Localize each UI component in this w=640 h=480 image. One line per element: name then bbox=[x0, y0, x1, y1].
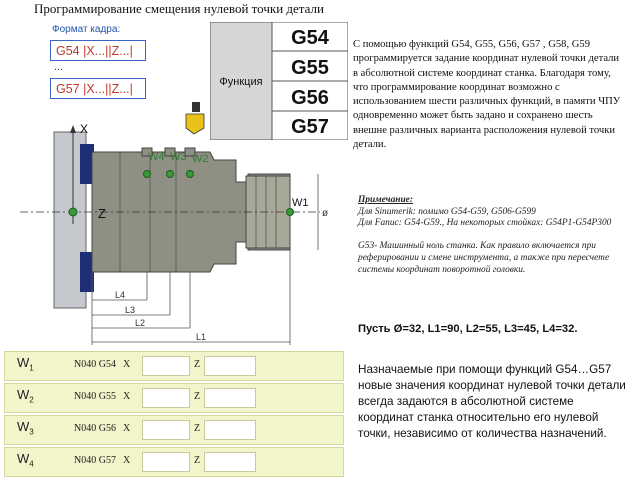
w2-label: W2 bbox=[192, 153, 209, 165]
function-code-g54: G54 bbox=[291, 27, 330, 49]
row-w-label: W1 bbox=[17, 355, 34, 373]
z-value-input[interactable] bbox=[204, 420, 256, 440]
row-z-label: Z bbox=[194, 455, 201, 466]
function-label: Функция bbox=[219, 76, 262, 88]
zero-point-w4 bbox=[143, 170, 151, 178]
zero-point-w1 bbox=[286, 208, 294, 216]
frame-format-label: Формат кадра: bbox=[52, 24, 121, 35]
w4-label: W4 bbox=[148, 151, 165, 163]
parameters-text: Пусть Ø=32, L1=90, L2=55, L3=45, L4=32. bbox=[358, 323, 578, 335]
row-z-label: Z bbox=[194, 423, 201, 434]
w3-label: W3 bbox=[170, 151, 187, 163]
x-value-input[interactable] bbox=[142, 452, 190, 472]
assignment-text: Назначаемые при помощи функций G54…G57 н… bbox=[358, 363, 626, 440]
dim-l4: L4 bbox=[115, 290, 125, 300]
program-row-w4: W4 N040 G57 X Z bbox=[4, 447, 344, 477]
axis-z-label: Z bbox=[98, 206, 106, 221]
machine-zero-point bbox=[68, 207, 78, 217]
z-value-input[interactable] bbox=[204, 452, 256, 472]
axis-x-label: X bbox=[80, 122, 88, 136]
program-row-w2: W2 N040 G55 X Z bbox=[4, 383, 344, 413]
dim-l3: L3 bbox=[125, 305, 135, 315]
diameter-label: ø bbox=[322, 208, 328, 219]
row-w-label: W2 bbox=[17, 387, 34, 405]
zero-point-w3 bbox=[166, 170, 174, 178]
x-value-input[interactable] bbox=[142, 420, 190, 440]
dim-l2: L2 bbox=[135, 318, 145, 328]
row-command: N040 G57 X bbox=[74, 455, 131, 466]
frame-format-last: G57 |X...||Z...| bbox=[50, 78, 146, 99]
row-command: N040 G54 X bbox=[74, 359, 131, 370]
frame-format-first: G54 |X...||Z...| bbox=[50, 40, 146, 61]
page-title: Программирование смещения нулевой точки … bbox=[34, 1, 324, 16]
row-command: N040 G56 X bbox=[74, 423, 131, 434]
z-value-input[interactable] bbox=[204, 356, 256, 376]
note-block: Примечание: Для Sinumerik: помимо G54-G5… bbox=[358, 195, 620, 276]
z-value-input[interactable] bbox=[204, 388, 256, 408]
function-code-g55: G55 bbox=[291, 57, 329, 79]
x-value-input[interactable] bbox=[142, 356, 190, 376]
note-line-1: Для Sinumerik: помимо G54-G59, G506-G599 bbox=[358, 206, 536, 217]
note-title: Примечание: bbox=[358, 195, 413, 205]
program-row-w3: W3 N040 G56 X Z bbox=[4, 415, 344, 445]
lathe-drawing: X Z W4 W3 W2 W1 ø L4 L3 L2 L1 bbox=[20, 102, 328, 345]
dim-l1: L1 bbox=[196, 332, 206, 342]
row-w-label: W4 bbox=[17, 451, 34, 469]
note-line-2: Для Fanuc: G54-G59., На некоторых стойка… bbox=[358, 218, 612, 229]
row-z-label: Z bbox=[194, 359, 201, 370]
row-command: N040 G55 X bbox=[74, 391, 131, 402]
cutting-tool-icon bbox=[185, 102, 205, 135]
x-value-input[interactable] bbox=[142, 388, 190, 408]
description-text: С помощью функций G54, G55, G56, G57 , G… bbox=[353, 39, 621, 151]
zero-point-w2 bbox=[186, 170, 194, 178]
w1-label: W1 bbox=[292, 197, 309, 209]
note-line-3: G53- Машинный ноль станка. Как правило в… bbox=[358, 241, 610, 275]
row-w-label: W3 bbox=[17, 419, 34, 437]
frame-format-ellipsis: ... bbox=[54, 61, 64, 73]
program-row-w1: W1 N040 G54 X Z bbox=[4, 351, 344, 381]
row-z-label: Z bbox=[194, 391, 201, 402]
